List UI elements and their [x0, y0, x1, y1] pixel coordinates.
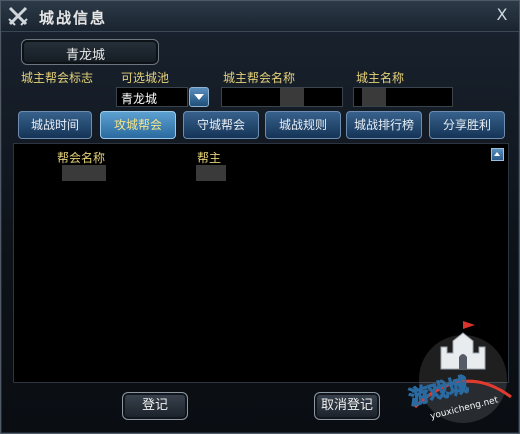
watermark-logo-icon: 游戏城 youxicheng.net	[406, 321, 512, 423]
censored-leader	[196, 165, 226, 181]
leader-name-field	[353, 87, 453, 107]
tab-defending-guilds[interactable]: 守城帮会	[183, 111, 259, 139]
censored-guild-name	[62, 165, 106, 181]
city-war-info-window: 城战信息 X 青龙城 城主帮会标志 可选城池 城主帮会名称 城主名称 青龙城 城…	[0, 0, 520, 434]
column-header-leader: 帮主	[197, 151, 222, 165]
city-select-value: 青龙城	[121, 92, 158, 106]
city-select[interactable]: 青龙城	[116, 87, 188, 107]
leader-name-label: 城主名称	[356, 71, 405, 85]
close-icon[interactable]: X	[493, 6, 511, 24]
title-bar: 城战信息 X	[1, 1, 519, 32]
censored-block	[280, 88, 304, 106]
scroll-up-icon[interactable]	[491, 148, 504, 161]
leader-guild-name-field	[221, 87, 343, 107]
register-button[interactable]: 登记	[122, 392, 188, 420]
tab-attacking-guilds[interactable]: 攻城帮会	[100, 111, 176, 139]
window-title: 城战信息	[39, 9, 108, 27]
leader-emblem-label: 城主帮会标志	[21, 71, 94, 85]
cancel-register-button[interactable]: 取消登记	[314, 392, 380, 420]
tab-war-rules[interactable]: 城战规则	[265, 111, 341, 139]
current-city-box: 青龙城	[21, 39, 159, 65]
tab-war-ranking[interactable]: 城战排行榜	[346, 111, 422, 139]
dropdown-arrow-icon[interactable]	[189, 87, 209, 107]
tab-war-time[interactable]: 城战时间	[18, 111, 92, 139]
tab-share-victory[interactable]: 分享胜利	[429, 111, 505, 139]
column-header-guild-name: 帮会名称	[57, 151, 106, 165]
current-city-name: 青龙城	[66, 48, 106, 63]
censored-block	[362, 88, 386, 106]
selectable-city-label: 可选城池	[121, 71, 170, 85]
leader-guild-name-label: 城主帮会名称	[223, 71, 296, 85]
crossed-swords-icon	[8, 6, 28, 26]
